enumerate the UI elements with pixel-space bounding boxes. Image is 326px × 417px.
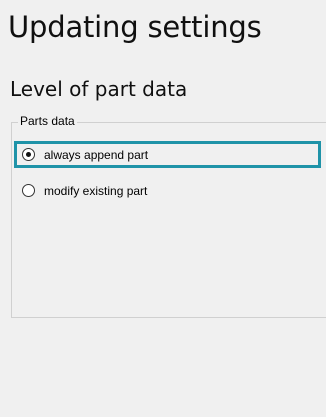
always-append-part-radio[interactable]: always append part — [14, 141, 321, 168]
page-title: Updating settings — [8, 10, 262, 44]
radio-label-always-append: always append part — [44, 147, 149, 162]
modify-existing-part-radio[interactable]: modify existing part — [14, 177, 321, 204]
radio-label-modify-existing: modify existing part — [44, 183, 148, 198]
radio-checked-icon — [22, 148, 35, 161]
groupbox-legend: Parts data — [18, 114, 77, 129]
radio-unchecked-icon — [22, 184, 35, 197]
section-title: Level of part data — [10, 77, 188, 101]
